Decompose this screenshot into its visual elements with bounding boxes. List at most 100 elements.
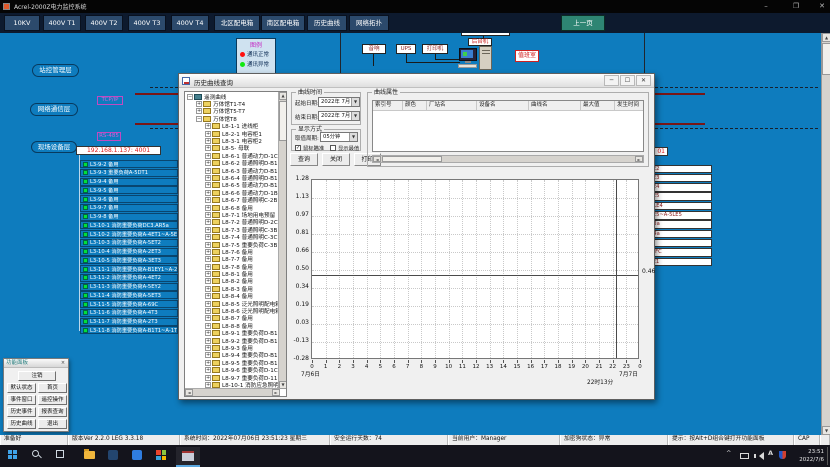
- checkbox-icon[interactable]: [330, 145, 336, 151]
- function-button-注销[interactable]: 注销: [18, 371, 56, 381]
- function-button-退出[interactable]: 退出: [38, 419, 67, 429]
- device-list-item[interactable]: L3-11-2 消防重要负荷A-4ET2: [80, 274, 178, 282]
- tab-9[interactable]: 网络拓扑: [349, 15, 389, 31]
- scroll-thumb[interactable]: [822, 43, 830, 75]
- tab-1[interactable]: 10KV: [4, 15, 40, 31]
- device-list-item[interactable]: L3-11-5 消防重要负荷A-69C: [80, 300, 178, 308]
- device-list-item[interactable]: L3-9-8 备用: [80, 213, 178, 221]
- function-button-历史曲线[interactable]: 历史曲线: [7, 419, 36, 429]
- expand-icon[interactable]: +: [205, 345, 211, 351]
- chart-plot-area[interactable]: 012345678910111213141516171819202122230: [311, 179, 639, 359]
- tab-3[interactable]: 400V T2: [85, 15, 123, 31]
- chevron-down-icon[interactable]: ▼: [351, 112, 359, 120]
- start-date-combo[interactable]: 2022年 7月 6日 ▼: [318, 97, 360, 107]
- expand-icon[interactable]: +: [205, 293, 211, 299]
- chevron-down-icon[interactable]: ▼: [349, 133, 357, 141]
- scroll-right-icon[interactable]: ►: [272, 389, 280, 396]
- tray-input-indicator[interactable]: A: [768, 449, 773, 457]
- dialog-titlebar[interactable]: 历史曲线查询 ─ ☐ ✕: [179, 74, 654, 88]
- tab-4[interactable]: 400V T3: [128, 15, 166, 31]
- start-button-icon[interactable]: [8, 450, 17, 459]
- expand-icon[interactable]: +: [205, 131, 211, 137]
- mouse-crosshair-checkbox[interactable]: ✓ 鼠标瞄准: [295, 144, 324, 152]
- scroll-thumb[interactable]: [279, 101, 287, 141]
- table-column-header[interactable]: 厂站名: [427, 101, 477, 111]
- expand-icon[interactable]: +: [205, 271, 211, 277]
- device-list-item[interactable]: L3-9-2 备用: [80, 160, 178, 168]
- expand-icon[interactable]: +: [205, 360, 211, 366]
- window-close-button[interactable]: ✕: [814, 0, 830, 13]
- scroll-down-icon[interactable]: ▼: [279, 381, 287, 389]
- expand-icon[interactable]: +: [205, 367, 211, 373]
- dialog-maximize-button[interactable]: ☐: [620, 75, 635, 86]
- expand-icon[interactable]: +: [205, 175, 211, 181]
- collapse-icon[interactable]: −: [187, 94, 193, 100]
- dialog-button-2[interactable]: 关闭: [322, 153, 350, 166]
- expand-icon[interactable]: +: [205, 234, 211, 240]
- function-button-默认状态[interactable]: 默认状态: [7, 383, 36, 393]
- show-max-checkbox[interactable]: 显示最值: [330, 144, 359, 152]
- tray-display-icon[interactable]: [740, 453, 749, 459]
- function-button-首页[interactable]: 首页: [38, 383, 67, 393]
- tab-5[interactable]: 400V T4: [171, 15, 209, 31]
- expand-icon[interactable]: +: [205, 190, 211, 196]
- device-list-item[interactable]: L3-11-4 消防重要负荷A-5ET3: [80, 291, 178, 299]
- end-date-combo[interactable]: 2022年 7月 6日 ▼: [318, 111, 360, 121]
- device-list-item[interactable]: L3-11-8 消防重要负荷A-B1T1~A-1T1: [80, 326, 178, 334]
- expand-icon[interactable]: +: [205, 123, 211, 129]
- table-column-header[interactable]: 颜色: [403, 101, 427, 111]
- checkbox-icon[interactable]: ✓: [295, 145, 301, 151]
- device-list-item[interactable]: L3-11-7 消防重要负荷A-2T3: [80, 318, 178, 326]
- table-column-header[interactable]: 曲线名: [529, 101, 581, 111]
- dialog-close-button[interactable]: ✕: [636, 75, 651, 86]
- expand-icon[interactable]: +: [205, 323, 211, 329]
- scroll-down-icon[interactable]: ▼: [822, 426, 830, 435]
- app-icon-1[interactable]: [108, 450, 118, 460]
- expand-icon[interactable]: +: [205, 256, 211, 262]
- expand-icon[interactable]: +: [205, 330, 211, 336]
- expand-icon[interactable]: +: [205, 145, 211, 151]
- props-horizontal-scrollbar[interactable]: ◄ ►: [372, 155, 644, 163]
- show-desktop-divider[interactable]: [827, 447, 828, 465]
- device-list-item[interactable]: L3-11-1 消防重要负荷A-B1EY1~A-2B: [80, 265, 178, 273]
- dialog-minimize-button[interactable]: ─: [604, 75, 619, 86]
- expand-icon[interactable]: +: [205, 278, 211, 284]
- device-list-item[interactable]: L3-9-5 备用: [80, 186, 178, 194]
- expand-icon[interactable]: +: [205, 197, 211, 203]
- function-button-事件窗口[interactable]: 事件窗口: [7, 395, 36, 405]
- scroll-left-icon[interactable]: ◄: [373, 156, 381, 162]
- scroll-up-icon[interactable]: ▲: [279, 92, 287, 100]
- tree-horizontal-scrollbar[interactable]: ◄ ►: [185, 388, 280, 396]
- expand-icon[interactable]: +: [205, 286, 211, 292]
- expand-icon[interactable]: +: [205, 315, 211, 321]
- close-icon[interactable]: ×: [59, 360, 67, 367]
- tray-security-icon[interactable]: [779, 451, 786, 459]
- expand-icon[interactable]: +: [205, 168, 211, 174]
- tab-7[interactable]: 南区配电箱: [261, 15, 305, 31]
- tab-8[interactable]: 历史曲线: [307, 15, 347, 31]
- device-list-item[interactable]: L3-10-2 消防重要负荷A-4ET1~A-5ET1: [80, 230, 178, 238]
- period-combo[interactable]: 05分钟 ▼: [320, 132, 358, 142]
- device-list-item[interactable]: L3-9-6 备用: [80, 195, 178, 203]
- device-list-item[interactable]: L3-10-3 消防重要负荷A-5ET2: [80, 239, 178, 247]
- window-maximize-button[interactable]: ❐: [788, 0, 804, 13]
- task-view-icon[interactable]: [56, 450, 64, 458]
- expand-icon[interactable]: +: [205, 205, 211, 211]
- device-list-item[interactable]: L3-11-6 消防重要负荷A-4T3: [80, 309, 178, 317]
- taskbar-clock[interactable]: 23:51 2022/7/6: [790, 448, 824, 464]
- device-list-item[interactable]: L3-9-3 重要负荷A-5DT1: [80, 169, 178, 177]
- expand-icon[interactable]: +: [205, 308, 211, 314]
- tray-speaker-icon[interactable]: [754, 452, 762, 460]
- expand-icon[interactable]: +: [205, 249, 211, 255]
- window-minimize-button[interactable]: –: [758, 0, 774, 13]
- function-button-历史事件[interactable]: 历史事件: [7, 407, 36, 417]
- function-button-报表查询[interactable]: 报表查询: [38, 407, 67, 417]
- tray-chevron-up-icon[interactable]: ^: [726, 449, 731, 457]
- dialog-button-1[interactable]: 查询: [290, 153, 318, 166]
- expand-icon[interactable]: +: [205, 227, 211, 233]
- expand-icon[interactable]: +: [205, 264, 211, 270]
- expand-icon[interactable]: +: [205, 153, 211, 159]
- scroll-left-icon[interactable]: ◄: [185, 389, 193, 396]
- table-column-header[interactable]: 索引号: [373, 101, 403, 111]
- table-column-header[interactable]: 发生时间: [615, 101, 644, 111]
